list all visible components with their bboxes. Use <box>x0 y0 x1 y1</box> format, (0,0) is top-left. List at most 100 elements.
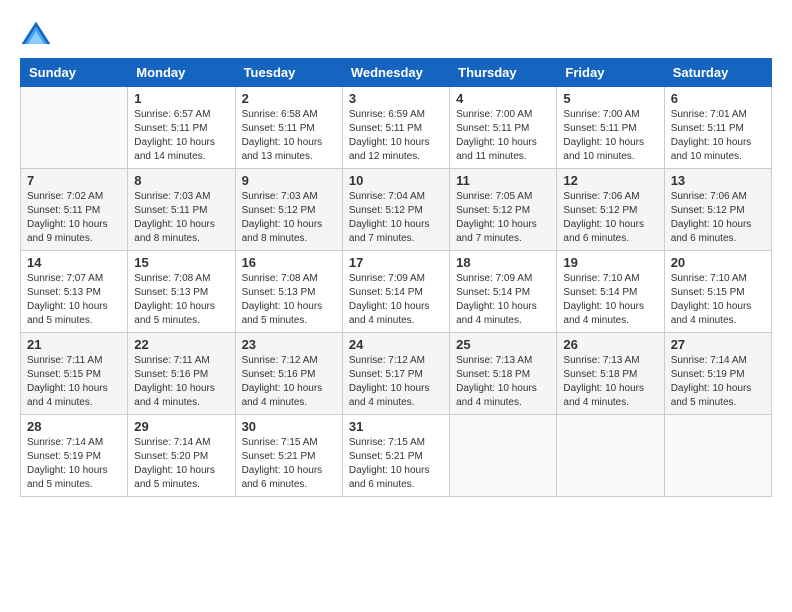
day-number: 4 <box>456 91 550 106</box>
day-number: 19 <box>563 255 657 270</box>
calendar-day-cell: 13Sunrise: 7:06 AM Sunset: 5:12 PM Dayli… <box>664 169 771 251</box>
day-number: 13 <box>671 173 765 188</box>
empty-cell <box>450 415 557 497</box>
day-number: 22 <box>134 337 228 352</box>
day-number: 5 <box>563 91 657 106</box>
day-info: Sunrise: 7:13 AM Sunset: 5:18 PM Dayligh… <box>456 354 550 410</box>
day-info: Sunrise: 7:15 AM Sunset: 5:21 PM Dayligh… <box>242 436 336 492</box>
day-info: Sunrise: 7:14 AM Sunset: 5:19 PM Dayligh… <box>27 436 121 492</box>
calendar-day-cell: 4 Sunrise: 7:00 AM Sunset: 5:11 PM Daylig… <box>450 87 557 169</box>
day-number: 23 <box>242 337 336 352</box>
day-info: Sunrise: 7:03 AM Sunset: 5:11 PM Dayligh… <box>134 190 228 246</box>
calendar-day-cell: 20 Sunrise: 7:10 AM Sunset: 5:15 PM Dayli… <box>664 251 771 333</box>
day-info: Sunrise: 7:12 AM Sunset: 5:16 PM Dayligh… <box>242 354 336 410</box>
day-info: Sunrise: 7:01 AM Sunset: 5:11 PM Dayligh… <box>671 108 765 164</box>
day-number: 30 <box>242 419 336 434</box>
day-info: Sunrise: 7:08 AM Sunset: 5:13 PM Dayligh… <box>242 272 336 328</box>
day-number: 18 <box>456 255 550 270</box>
logo <box>20 20 56 48</box>
calendar-day-cell: 30 Sunrise: 7:15 AM Sunset: 5:21 PM Dayli… <box>235 415 342 497</box>
calendar-day-cell: 24 Sunrise: 7:12 AM Sunset: 5:17 PM Dayli… <box>342 333 449 415</box>
calendar-day-cell: 23 Sunrise: 7:12 AM Sunset: 5:16 PM Dayli… <box>235 333 342 415</box>
day-info: Sunrise: 7:12 AM Sunset: 5:17 PM Dayligh… <box>349 354 443 410</box>
calendar-day-cell: 2 Sunrise: 6:58 AM Sunset: 5:11 PM Daylig… <box>235 87 342 169</box>
day-number: 24 <box>349 337 443 352</box>
day-number: 14 <box>27 255 121 270</box>
day-info: Sunrise: 7:13 AM Sunset: 5:18 PM Dayligh… <box>563 354 657 410</box>
calendar-day-cell: 27Sunrise: 7:14 AM Sunset: 5:19 PM Dayli… <box>664 333 771 415</box>
calendar-day-cell: 14 Sunrise: 7:07 AM Sunset: 5:13 PM Dayli… <box>21 251 128 333</box>
day-info: Sunrise: 7:00 AM Sunset: 5:11 PM Dayligh… <box>456 108 550 164</box>
calendar-day-cell: 1Sunrise: 6:57 AM Sunset: 5:11 PM Daylig… <box>128 87 235 169</box>
day-number: 26 <box>563 337 657 352</box>
calendar-day-cell: 16 Sunrise: 7:08 AM Sunset: 5:13 PM Dayli… <box>235 251 342 333</box>
calendar-day-cell: 6 Sunrise: 7:01 AM Sunset: 5:11 PM Daylig… <box>664 87 771 169</box>
day-number: 28 <box>27 419 121 434</box>
day-number: 2 <box>242 91 336 106</box>
day-info: Sunrise: 7:05 AM Sunset: 5:12 PM Dayligh… <box>456 190 550 246</box>
day-number: 17 <box>349 255 443 270</box>
day-number: 29 <box>134 419 228 434</box>
day-number: 8 <box>134 173 228 188</box>
day-info: Sunrise: 7:04 AM Sunset: 5:12 PM Dayligh… <box>349 190 443 246</box>
day-info: Sunrise: 6:57 AM Sunset: 5:11 PM Dayligh… <box>134 108 228 164</box>
day-info: Sunrise: 7:03 AM Sunset: 5:12 PM Dayligh… <box>242 190 336 246</box>
calendar-day-cell: 3 Sunrise: 6:59 AM Sunset: 5:11 PM Daylig… <box>342 87 449 169</box>
day-info: Sunrise: 7:00 AM Sunset: 5:11 PM Dayligh… <box>563 108 657 164</box>
empty-cell <box>557 415 664 497</box>
day-info: Sunrise: 7:02 AM Sunset: 5:11 PM Dayligh… <box>27 190 121 246</box>
calendar-day-cell: 10 Sunrise: 7:04 AM Sunset: 5:12 PM Dayli… <box>342 169 449 251</box>
calendar-table: SundayMondayTuesdayWednesdayThursdayFrid… <box>20 58 772 497</box>
calendar-day-cell: 9 Sunrise: 7:03 AM Sunset: 5:12 PM Daylig… <box>235 169 342 251</box>
calendar-week-row: 21 Sunrise: 7:11 AM Sunset: 5:15 PM Dayli… <box>21 333 772 415</box>
day-info: Sunrise: 7:10 AM Sunset: 5:14 PM Dayligh… <box>563 272 657 328</box>
calendar-day-cell: 8 Sunrise: 7:03 AM Sunset: 5:11 PM Daylig… <box>128 169 235 251</box>
calendar-day-cell: 31 Sunrise: 7:15 AM Sunset: 5:21 PM Dayli… <box>342 415 449 497</box>
day-info: Sunrise: 7:09 AM Sunset: 5:14 PM Dayligh… <box>456 272 550 328</box>
calendar-day-cell: 15Sunrise: 7:08 AM Sunset: 5:13 PM Dayli… <box>128 251 235 333</box>
day-info: Sunrise: 7:09 AM Sunset: 5:14 PM Dayligh… <box>349 272 443 328</box>
calendar-day-cell: 18 Sunrise: 7:09 AM Sunset: 5:14 PM Dayli… <box>450 251 557 333</box>
day-number: 10 <box>349 173 443 188</box>
day-info: Sunrise: 7:11 AM Sunset: 5:15 PM Dayligh… <box>27 354 121 410</box>
day-number: 11 <box>456 173 550 188</box>
calendar-day-cell: 12 Sunrise: 7:06 AM Sunset: 5:12 PM Dayli… <box>557 169 664 251</box>
day-number: 7 <box>27 173 121 188</box>
day-number: 15 <box>134 255 228 270</box>
weekday-header-sunday: Sunday <box>21 59 128 87</box>
calendar-week-row: 7 Sunrise: 7:02 AM Sunset: 5:11 PM Daylig… <box>21 169 772 251</box>
calendar-day-cell: 5 Sunrise: 7:00 AM Sunset: 5:11 PM Daylig… <box>557 87 664 169</box>
day-number: 20 <box>671 255 765 270</box>
day-info: Sunrise: 7:06 AM Sunset: 5:12 PM Dayligh… <box>563 190 657 246</box>
day-number: 3 <box>349 91 443 106</box>
day-number: 31 <box>349 419 443 434</box>
day-info: Sunrise: 7:15 AM Sunset: 5:21 PM Dayligh… <box>349 436 443 492</box>
calendar-week-row: 28 Sunrise: 7:14 AM Sunset: 5:19 PM Dayli… <box>21 415 772 497</box>
day-info: Sunrise: 7:07 AM Sunset: 5:13 PM Dayligh… <box>27 272 121 328</box>
day-info: Sunrise: 6:58 AM Sunset: 5:11 PM Dayligh… <box>242 108 336 164</box>
calendar-header-row: SundayMondayTuesdayWednesdayThursdayFrid… <box>21 59 772 87</box>
day-number: 6 <box>671 91 765 106</box>
weekday-header-monday: Monday <box>128 59 235 87</box>
day-info: Sunrise: 6:59 AM Sunset: 5:11 PM Dayligh… <box>349 108 443 164</box>
day-number: 21 <box>27 337 121 352</box>
calendar-day-cell: 19 Sunrise: 7:10 AM Sunset: 5:14 PM Dayli… <box>557 251 664 333</box>
weekday-header-wednesday: Wednesday <box>342 59 449 87</box>
day-info: Sunrise: 7:14 AM Sunset: 5:20 PM Dayligh… <box>134 436 228 492</box>
day-number: 16 <box>242 255 336 270</box>
calendar-day-cell: 25 Sunrise: 7:13 AM Sunset: 5:18 PM Dayli… <box>450 333 557 415</box>
weekday-header-tuesday: Tuesday <box>235 59 342 87</box>
calendar-week-row: 14 Sunrise: 7:07 AM Sunset: 5:13 PM Dayli… <box>21 251 772 333</box>
day-info: Sunrise: 7:11 AM Sunset: 5:16 PM Dayligh… <box>134 354 228 410</box>
day-info: Sunrise: 7:10 AM Sunset: 5:15 PM Dayligh… <box>671 272 765 328</box>
day-number: 12 <box>563 173 657 188</box>
calendar-day-cell: 29 Sunrise: 7:14 AM Sunset: 5:20 PM Dayli… <box>128 415 235 497</box>
weekday-header-thursday: Thursday <box>450 59 557 87</box>
calendar-day-cell: 7 Sunrise: 7:02 AM Sunset: 5:11 PM Daylig… <box>21 169 128 251</box>
empty-cell <box>21 87 128 169</box>
day-number: 25 <box>456 337 550 352</box>
page-header <box>20 20 772 48</box>
calendar-day-cell: 22 Sunrise: 7:11 AM Sunset: 5:16 PM Dayli… <box>128 333 235 415</box>
calendar-day-cell: 26 Sunrise: 7:13 AM Sunset: 5:18 PM Dayli… <box>557 333 664 415</box>
day-number: 9 <box>242 173 336 188</box>
